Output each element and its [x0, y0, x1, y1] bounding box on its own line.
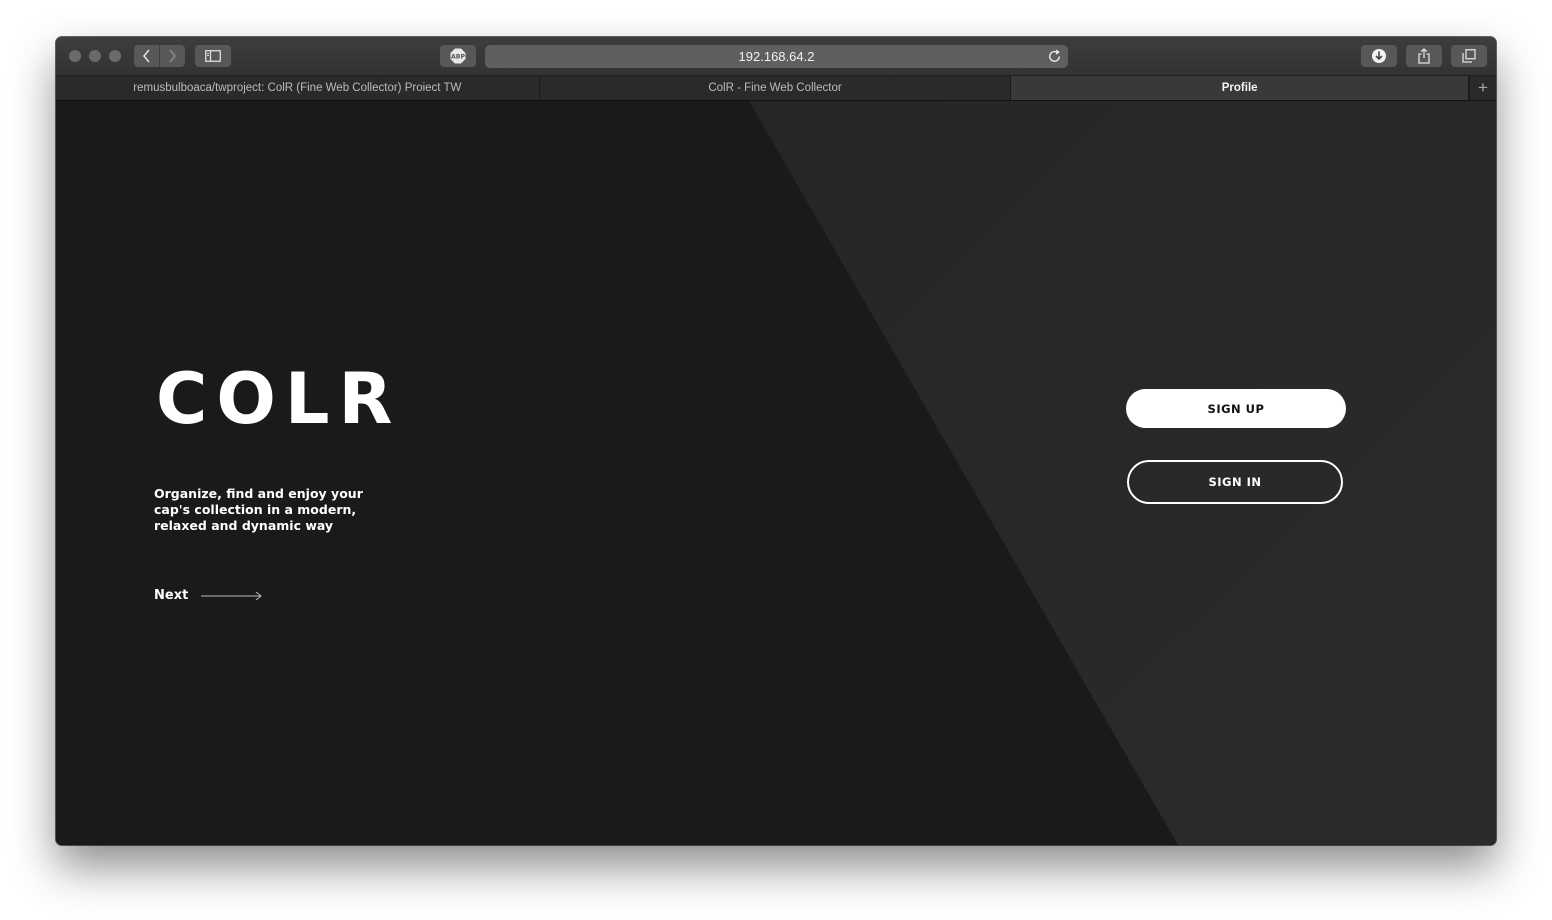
sidebar-icon	[205, 50, 221, 62]
plus-icon: +	[1478, 78, 1488, 97]
history-nav	[134, 45, 185, 67]
next-link[interactable]: Next	[154, 588, 263, 603]
downloads-button[interactable]	[1361, 45, 1397, 67]
tab-github-twproject[interactable]: remusbulboaca/twproject: ColR (Fine Web …	[56, 76, 540, 100]
zoom-window-dot[interactable]	[109, 50, 121, 62]
tabs-overview-icon	[1462, 49, 1476, 63]
sidebar-button[interactable]	[195, 45, 231, 67]
arrow-right-icon	[201, 591, 263, 600]
next-label: Next	[154, 588, 189, 603]
tab-bar: remusbulboaca/twproject: ColR (Fine Web …	[56, 76, 1496, 101]
sign-in-button[interactable]: SIGN IN	[1127, 460, 1343, 504]
page-content: COLR Organize, find and enjoy your cap's…	[56, 101, 1496, 845]
forward-button[interactable]	[160, 45, 185, 67]
adblock-button[interactable]: ABP	[440, 45, 476, 67]
tab-label: Profile	[1221, 82, 1258, 94]
back-button[interactable]	[134, 45, 159, 67]
new-tab-button[interactable]: +	[1469, 76, 1496, 100]
svg-text:ABP: ABP	[451, 54, 466, 61]
reload-icon[interactable]	[1047, 49, 1062, 64]
sign-up-label: SIGN UP	[1207, 401, 1265, 416]
adblock-icon: ABP	[450, 48, 466, 64]
browser-toolbar: ABP 192.168.64.2	[56, 37, 1496, 76]
tab-colr[interactable]: ColR - Fine Web Collector	[540, 76, 1012, 100]
share-icon	[1418, 48, 1430, 64]
colr-logo: COLR	[156, 358, 402, 440]
share-button[interactable]	[1406, 45, 1442, 67]
sign-in-label: SIGN IN	[1208, 475, 1262, 489]
minimize-window-dot[interactable]	[89, 50, 101, 62]
close-window-dot[interactable]	[69, 50, 81, 62]
tabs-overview-button[interactable]	[1451, 45, 1487, 67]
download-icon	[1372, 49, 1386, 63]
chevron-left-icon	[142, 49, 150, 63]
browser-window: ABP 192.168.64.2 remusbulboaca/twproject…	[56, 37, 1496, 845]
tab-label: ColR - Fine Web Collector	[708, 82, 842, 94]
sign-up-button[interactable]: SIGN UP	[1126, 389, 1346, 428]
address-text: 192.168.64.2	[738, 49, 815, 64]
address-bar[interactable]: 192.168.64.2	[485, 45, 1068, 68]
tab-label: remusbulboaca/twproject: ColR (Fine Web …	[133, 82, 462, 94]
tab-profile[interactable]: Profile	[1011, 76, 1470, 100]
tagline: Organize, find and enjoy your cap's coll…	[154, 486, 363, 533]
chevron-right-icon	[169, 49, 177, 63]
